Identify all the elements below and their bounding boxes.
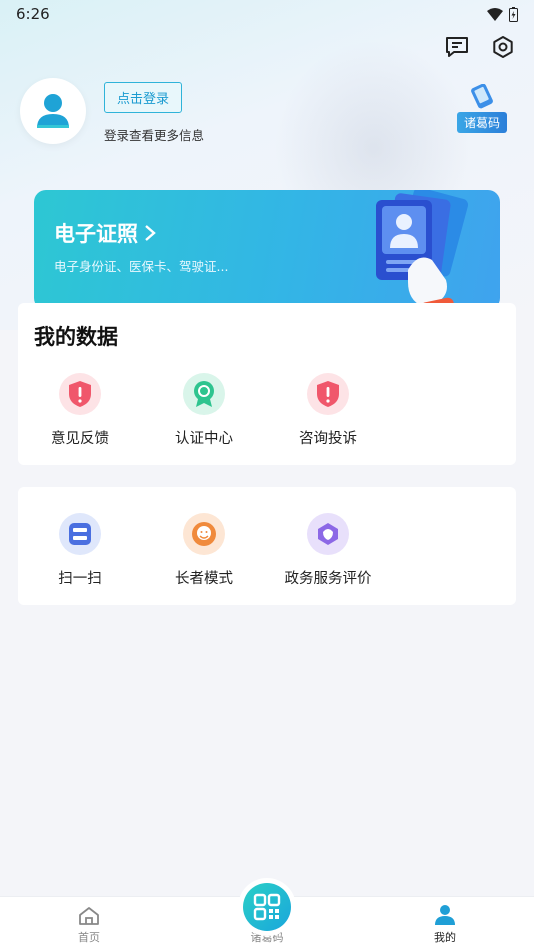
qr-code-button[interactable] — [238, 878, 296, 936]
certification-center-item[interactable]: 认证中心 — [142, 373, 266, 448]
profile-section: 点击登录 登录查看更多信息 — [20, 78, 204, 144]
user-icon — [37, 94, 69, 128]
status-bar: 6:26 — [0, 0, 534, 28]
feedback-icon — [59, 373, 101, 415]
settings-button[interactable] — [490, 34, 516, 60]
gear-icon — [493, 36, 513, 58]
service-rating-label: 政务服务评价 — [284, 571, 372, 587]
login-button[interactable]: 点击登录 — [104, 82, 183, 113]
my-data-title: 我的数据 — [34, 325, 118, 349]
elder-mode-item[interactable]: 长者模式 — [142, 513, 266, 588]
my-data-grid: 意见反馈 认证中心 咨询投诉 — [18, 373, 390, 448]
scan-icon — [59, 513, 101, 555]
nav-home-label: 首页 — [78, 931, 100, 944]
zhuge-code-shortcut[interactable]: 诸葛码 — [450, 84, 514, 136]
e-certificate-subtitle: 电子身份证、医保卡、驾驶证... — [54, 259, 229, 274]
e-certificate-card[interactable]: 电子证照 电子身份证、医保卡、驾驶证... — [34, 190, 500, 310]
top-actions — [444, 34, 516, 60]
scan-item[interactable]: 扫一扫 — [18, 513, 142, 588]
message-button[interactable] — [444, 34, 470, 60]
chevron-right-icon — [145, 225, 156, 241]
tools-grid: 扫一扫 长者模式 政务服务评价 — [18, 513, 390, 588]
nav-mine-label: 我的 — [434, 931, 456, 944]
complaint-icon — [307, 373, 349, 415]
tools-panel: 扫一扫 长者模式 政务服务评价 — [18, 487, 516, 605]
certification-center-label: 认证中心 — [175, 431, 233, 447]
message-icon — [446, 37, 468, 57]
nav-home[interactable]: 首页 — [0, 897, 178, 950]
home-icon — [79, 907, 99, 925]
elder-mode-label: 长者模式 — [175, 571, 233, 587]
complaint-item[interactable]: 咨询投诉 — [266, 373, 390, 448]
id-cards-illustration — [376, 190, 469, 310]
wifi-icon — [487, 7, 503, 21]
avatar[interactable] — [20, 78, 86, 144]
e-certificate-title: 电子证照 — [54, 218, 156, 248]
feedback-item[interactable]: 意见反馈 — [18, 373, 142, 448]
service-rating-icon — [307, 513, 349, 555]
profile-icon — [435, 905, 455, 925]
battery-icon — [509, 6, 518, 22]
e-certificate-title-text: 电子证照 — [54, 222, 138, 246]
certification-icon — [183, 373, 225, 415]
complaint-label: 咨询投诉 — [299, 431, 357, 447]
service-rating-item[interactable]: 政务服务评价 — [266, 513, 390, 588]
my-data-panel: 我的数据 意见反馈 认证中心 咨询投诉 — [18, 303, 516, 465]
scan-label: 扫一扫 — [58, 571, 102, 587]
nav-mine[interactable]: 我的 — [356, 897, 534, 950]
elder-mode-icon — [183, 513, 225, 555]
zhuge-code-label: 诸葛码 — [456, 112, 507, 133]
login-hint: 登录查看更多信息 — [104, 128, 205, 143]
status-time: 6:26 — [16, 5, 50, 23]
qr-code-icon — [253, 893, 281, 921]
feedback-label: 意见反馈 — [51, 431, 109, 447]
phone-scan-icon — [471, 84, 493, 109]
